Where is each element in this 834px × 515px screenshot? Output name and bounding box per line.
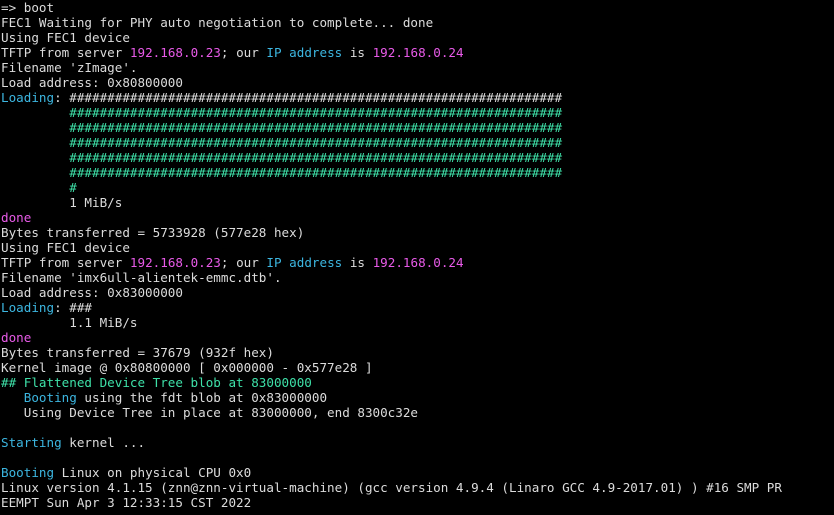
terminal-text-segment: ########################################… [69,120,563,135]
terminal-line: ########################################… [1,150,834,165]
terminal-text-segment: ########################################… [69,90,563,105]
terminal-text-segment: ########################################… [69,105,563,120]
terminal-text-segment: done [1,210,32,225]
terminal-text-segment: => boot [1,0,55,15]
terminal-text-segment: Filename 'zImage'. [1,60,138,75]
terminal-text-segment: Linux version 4.1.15 (znn@znn-virtual-ma… [1,480,782,495]
terminal-line: 1 MiB/s [1,195,834,210]
terminal-text-segment: IP address [266,45,343,60]
terminal-text-segment: 192.168.0.23 [129,45,221,60]
terminal-text-segment: ########################################… [69,150,563,165]
terminal-output[interactable]: => boot FEC1 Waiting for PHY auto negotia… [0,0,834,515]
terminal-text-segment: ; our [220,255,267,270]
terminal-line: FEC1 Waiting for PHY auto negotiation to… [1,15,834,30]
terminal-line: ########################################… [1,165,834,180]
terminal-text-segment: Filename 'imx6ull-alientek-emmc.dtb'. [1,270,282,285]
terminal-line: Using FEC1 device [1,240,834,255]
terminal-text-segment: Booting [23,390,77,405]
terminal-line: EEMPT Sun Apr 3 12:33:15 CST 2022 [1,495,834,510]
terminal-text-segment: Loading [1,90,55,105]
terminal-line: TFTP from server 192.168.0.23; our IP ad… [1,45,834,60]
terminal-line: Loading: ### [1,300,834,315]
terminal-text-segment: : ### [54,300,92,315]
terminal-text-segment: Starting [1,435,62,450]
terminal-text-segment: Booting [1,465,55,480]
terminal-text-segment: 192.168.0.24 [372,255,464,270]
terminal-line: ########################################… [1,105,834,120]
terminal-line: Kernel image @ 0x80800000 [ 0x000000 - 0… [1,360,834,375]
terminal-text-segment: kernel ... [61,435,146,450]
terminal-text-segment: done [1,330,32,345]
terminal-line: ########################################… [1,135,834,150]
terminal-line: Load address: 0x80800000 [1,75,834,90]
terminal-line: ## Flattened Device Tree blob at 8300000… [1,375,834,390]
terminal-text-segment: 192.168.0.24 [372,45,464,60]
terminal-text-segment: Using FEC1 device [1,240,130,255]
terminal-line: Booting Linux on physical CPU 0x0 [1,465,834,480]
terminal-line: Filename 'imx6ull-alientek-emmc.dtb'. [1,270,834,285]
terminal-text-segment: Kernel image @ 0x80800000 [ 0x000000 - 0… [1,360,373,375]
terminal-text-segment: is [342,45,373,60]
terminal-line: 1.1 MiB/s [1,315,834,330]
terminal-text-segment: EEMPT Sun Apr 3 12:33:15 CST 2022 [1,495,252,510]
terminal-line: done [1,330,834,345]
terminal-line: Bytes transferred = 37679 (932f hex) [1,345,834,360]
terminal-line: => boot [1,0,834,15]
terminal-line: Using FEC1 device [1,30,834,45]
terminal-text-segment: Using Device Tree in place at 83000000, … [1,405,419,420]
terminal-text-segment: FEC1 Waiting for PHY auto negotiation to… [1,15,434,30]
terminal-text-segment: 192.168.0.23 [129,255,221,270]
terminal-text-segment: Using FEC1 device [1,30,130,45]
terminal-text-segment: using the fdt blob at 0x83000000 [76,390,328,405]
terminal-text-segment: Bytes transferred = 37679 (932f hex) [1,345,274,360]
terminal-line: Booting using the fdt blob at 0x83000000 [1,390,834,405]
terminal-text-segment: Loading [1,300,55,315]
terminal-line: Filename 'zImage'. [1,60,834,75]
terminal-line: Load address: 0x83000000 [1,285,834,300]
terminal-text-segment: is [342,255,373,270]
terminal-text-segment: ; our [220,45,267,60]
terminal-text-segment: Load address: 0x80800000 [1,75,183,90]
terminal-line: TFTP from server 192.168.0.23; our IP ad… [1,255,834,270]
terminal-text-segment: TFTP from server [1,255,130,270]
terminal-line: ########################################… [1,120,834,135]
terminal-line: Loading: ###############################… [1,90,834,105]
terminal-line: done [1,210,834,225]
terminal-line: Bytes transferred = 5733928 (577e28 hex) [1,225,834,240]
terminal-line: Using Device Tree in place at 83000000, … [1,405,834,420]
terminal-text-segment: TFTP from server [1,45,130,60]
terminal-text-segment: 1.1 MiB/s [1,315,138,330]
terminal-line: # [1,180,834,195]
terminal-text-segment: IP address [266,255,343,270]
terminal-text-segment: ########################################… [69,135,563,150]
terminal-text-segment: Bytes transferred = 5733928 (577e28 hex) [1,225,305,240]
terminal-line: Starting kernel ... [1,435,834,450]
terminal-text-segment: 1 MiB/s [1,195,123,210]
terminal-text-segment: Load address: 0x83000000 [1,285,183,300]
terminal-text-segment: ########################################… [69,165,563,180]
terminal-text-segment: Linux on physical CPU 0x0 [54,465,252,480]
terminal-text-segment: : [54,90,70,105]
terminal-line: Linux version 4.1.15 (znn@znn-virtual-ma… [1,480,834,495]
terminal-text-segment: ## Flattened Device Tree blob at 8300000… [1,375,312,390]
terminal-text-segment: # [69,180,77,195]
